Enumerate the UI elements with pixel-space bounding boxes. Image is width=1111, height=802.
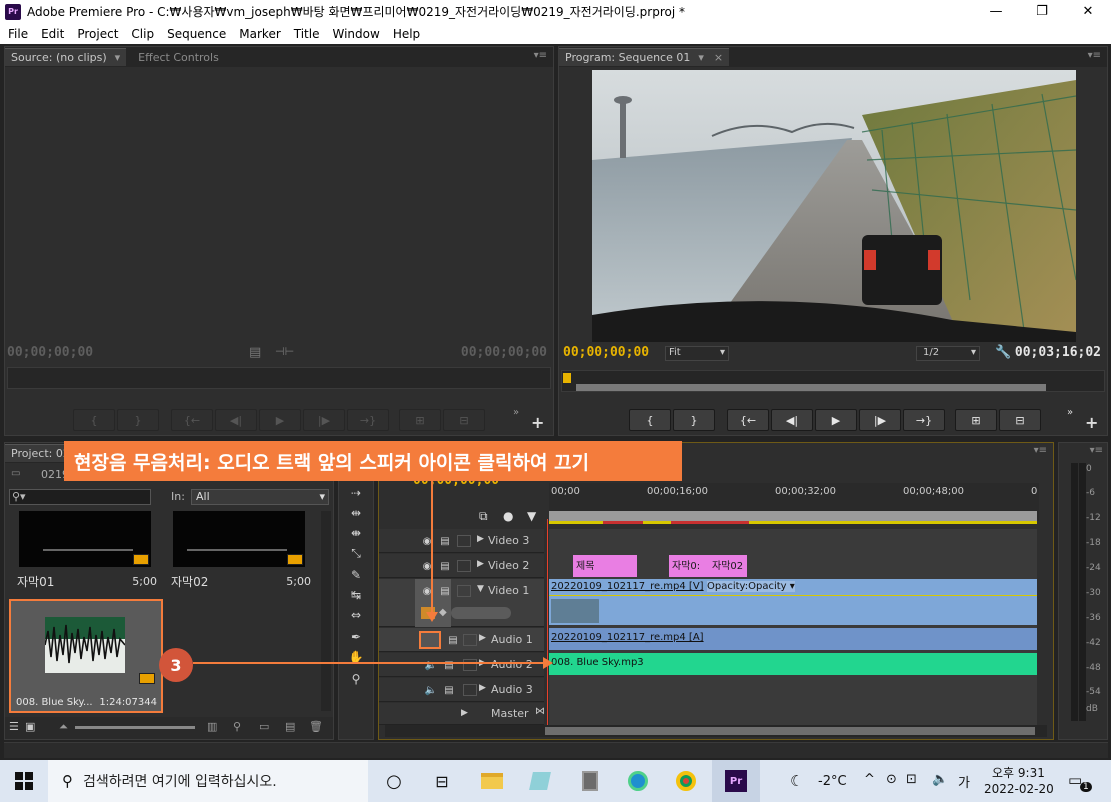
start-button[interactable] bbox=[0, 760, 48, 802]
weather-temp[interactable]: -2°C bbox=[818, 774, 847, 789]
search-placeholder: 검색하려면 여기에 입력하십시오. bbox=[83, 774, 277, 790]
widgets-icon[interactable]: ⊟ bbox=[418, 760, 466, 802]
windows-taskbar: ⚲ 검색하려면 여기에 입력하십시오. ○ ⊟ Pr ☾ -2°C ^ ⊙ ⊡ … bbox=[0, 760, 1111, 802]
taskbar-search-box[interactable]: ⚲ 검색하려면 여기에 입력하십시오. bbox=[48, 760, 368, 802]
calculator-icon[interactable] bbox=[566, 760, 614, 802]
ime-indicator[interactable]: 가 bbox=[958, 772, 970, 791]
volume-icon[interactable]: 🔈 bbox=[932, 772, 948, 787]
notes-app-icon[interactable] bbox=[516, 760, 564, 802]
annotation-arrows bbox=[193, 481, 553, 669]
windows-logo-icon bbox=[15, 772, 33, 790]
clock-date[interactable]: 2022-02-20 bbox=[984, 782, 1054, 796]
step-badge: 3 bbox=[159, 648, 193, 682]
task-view-icon[interactable]: ○ bbox=[370, 760, 418, 802]
notification-count: 1 bbox=[1080, 782, 1092, 792]
file-explorer-icon[interactable] bbox=[468, 760, 516, 802]
network-icon[interactable]: ⊡ bbox=[906, 772, 917, 787]
edge-browser-icon[interactable] bbox=[614, 760, 662, 802]
meet-now-icon[interactable]: ⊙ bbox=[886, 772, 897, 787]
tray-overflow-icon[interactable]: ^ bbox=[864, 772, 875, 787]
search-icon: ⚲ bbox=[62, 772, 73, 790]
moon-weather-icon[interactable]: ☾ bbox=[790, 772, 803, 790]
clock-time[interactable]: 오후 9:31 bbox=[992, 764, 1045, 781]
premiere-taskbar-icon[interactable]: Pr bbox=[712, 760, 760, 802]
chrome-browser-icon[interactable] bbox=[662, 760, 710, 802]
